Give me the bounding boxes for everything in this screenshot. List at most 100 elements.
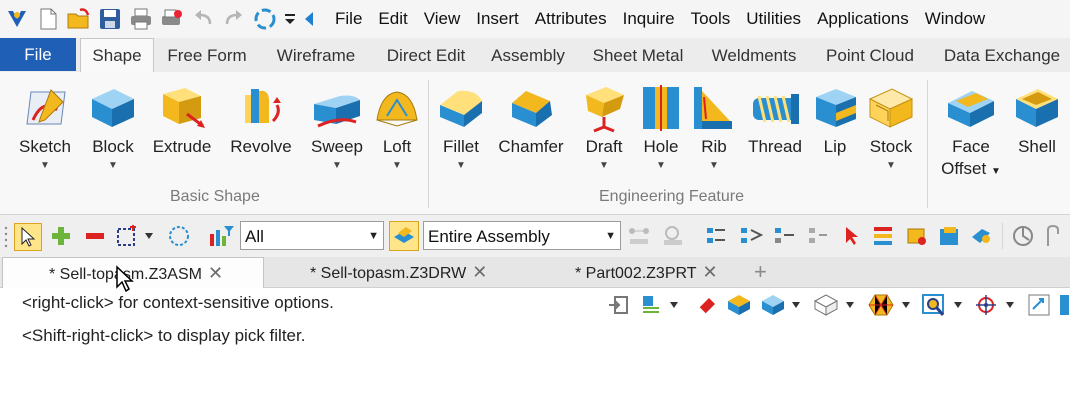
menu-window[interactable]: Window [917,9,993,29]
component-tree-icon[interactable] [738,223,764,249]
tab-sheet-metal[interactable]: Sheet Metal [584,40,692,71]
mesh-view-icon[interactable] [866,292,896,318]
scope-select[interactable]: Entire Assembly ▼ [423,221,621,250]
rib-button[interactable]: Rib ▼ [692,80,736,174]
tab-data-exchange[interactable]: Data Exchange [938,40,1066,71]
menu-edit[interactable]: Edit [370,9,415,29]
box-select-icon[interactable] [114,223,140,249]
thread-icon [746,80,804,136]
close-icon[interactable]: ✕ [703,262,718,282]
target-point-icon[interactable] [972,292,1000,318]
close-icon[interactable]: ✕ [472,262,487,282]
filter-type-select[interactable]: All ▼ [240,221,384,250]
remove-selection-icon[interactable] [82,223,108,249]
revolve-label: Revolve [230,137,292,156]
pick-cursor-icon[interactable] [838,223,864,249]
chevron-down-icon[interactable] [142,223,156,249]
lasso-select-icon[interactable] [166,223,192,249]
collapse-arrow-icon[interactable] [302,6,316,32]
new-tab-plus-icon[interactable]: + [754,257,774,287]
view-cube-icon[interactable] [760,292,786,318]
layer-manager-icon[interactable] [904,223,930,249]
tab-file[interactable]: File [0,38,76,71]
sweep-button[interactable]: Sweep ▼ [306,80,368,174]
menu-inquire[interactable]: Inquire [615,9,683,29]
fillet-icon [436,80,486,136]
save-icon[interactable] [97,6,123,32]
history-icon[interactable] [638,292,664,318]
redo-icon[interactable] [221,6,247,32]
chevron-down-icon[interactable] [790,292,802,318]
eraser-icon[interactable] [694,292,718,318]
draft-button[interactable]: Draft ▼ [578,80,630,174]
open-folder-icon[interactable] [66,6,92,32]
shell-button[interactable]: Shell [1010,80,1064,158]
hole-button[interactable]: Hole ▼ [638,80,684,174]
assembly-scope-icon[interactable] [389,221,419,251]
component-hide-icon[interactable] [806,223,832,249]
measure-icon[interactable] [1042,223,1064,249]
tab-free-form[interactable]: Free Form [160,40,254,71]
tab-shape[interactable]: Shape [80,38,154,72]
component-list-icon[interactable] [704,223,730,249]
view-fit-icon[interactable] [1026,292,1052,318]
chevron-down-icon[interactable] [1004,292,1016,318]
lip-icon [812,80,858,136]
attribute-manager-icon[interactable] [936,223,962,249]
select-pointer-icon[interactable] [14,223,42,251]
tab-weldments[interactable]: Weldments [704,40,804,71]
close-icon[interactable]: ✕ [208,263,223,283]
undo-icon[interactable] [190,6,216,32]
shell-label: Shell [1018,137,1056,156]
sketch-button[interactable]: Sketch ▼ [14,80,76,174]
view-orient-icon[interactable] [1010,223,1036,249]
zoom-window-icon[interactable] [920,292,948,318]
ref-search-icon[interactable] [660,223,686,249]
menu-view[interactable]: View [416,9,469,29]
print-icon[interactable] [128,6,154,32]
doc-tab-prt[interactable]: * Part002.Z3PRT ✕ [575,257,735,287]
chamfer-button[interactable]: Chamfer [494,80,568,158]
tab-direct-edit[interactable]: Direct Edit [376,40,476,71]
face-offset-button[interactable]: Face Offset ▼ [936,80,1006,183]
menu-applications[interactable]: Applications [809,9,917,29]
revolve-button[interactable]: Revolve [226,80,296,158]
refresh-icon[interactable] [252,6,278,32]
component-group-icon[interactable] [772,223,798,249]
chevron-down-icon[interactable] [952,292,964,318]
menu-attributes[interactable]: Attributes [527,9,615,29]
customize-dropdown-icon[interactable] [283,6,297,32]
lip-button[interactable]: Lip [812,80,858,158]
extrude-button[interactable]: Extrude [150,80,214,158]
filter-icon[interactable] [208,223,234,249]
add-selection-icon[interactable] [48,223,74,249]
menu-tools[interactable]: Tools [683,9,739,29]
print-preview-icon[interactable] [159,6,185,32]
thread-button[interactable]: Thread [746,80,804,158]
shaded-view-icon[interactable] [726,292,752,318]
chevron-down-icon[interactable] [844,292,856,318]
stock-button[interactable]: Stock ▼ [866,80,916,174]
block-button[interactable]: Block ▼ [86,80,140,174]
exit-icon[interactable] [606,292,630,318]
ref-distance-icon[interactable] [626,223,652,249]
wireframe-view-icon[interactable] [812,292,840,318]
tab-point-cloud[interactable]: Point Cloud [818,40,922,71]
graphics-viewport[interactable]: <right-click> for context-sensitive opti… [0,288,1070,402]
doc-tab-title: * Part002.Z3PRT [575,265,697,282]
doc-tab-drw[interactable]: * Sell-topasm.Z3DRW ✕ [310,257,520,287]
layer-list-icon[interactable] [870,223,896,249]
chevron-down-icon[interactable] [668,292,680,318]
loft-button[interactable]: Loft ▼ [372,80,422,174]
app-logo-icon[interactable] [4,6,30,32]
menu-file[interactable]: File [327,9,370,29]
menu-utilities[interactable]: Utilities [738,9,809,29]
chevron-down-icon[interactable] [900,292,912,318]
new-file-icon[interactable] [35,6,61,32]
menu-insert[interactable]: Insert [468,9,527,29]
tab-assembly[interactable]: Assembly [484,40,572,71]
fillet-button[interactable]: Fillet ▼ [436,80,486,174]
more-tools-icon[interactable] [1058,292,1070,318]
material-icon[interactable] [968,223,994,249]
tab-wireframe[interactable]: Wireframe [266,40,366,71]
